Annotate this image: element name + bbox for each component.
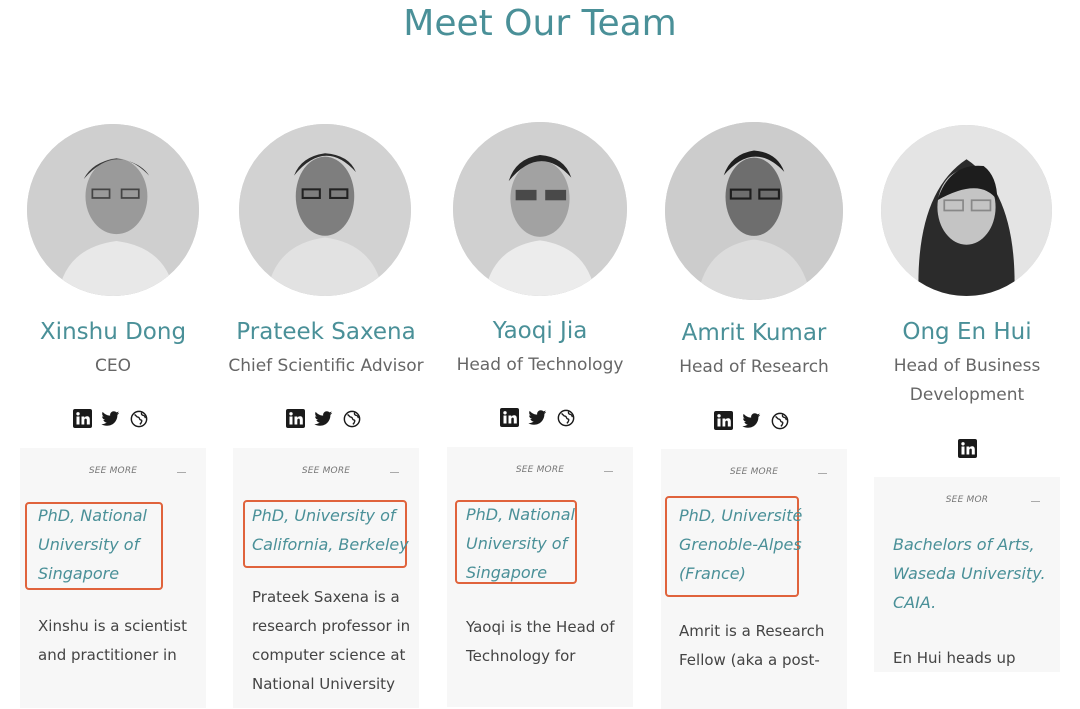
member-card: SEE MORE PhD, Université Grenoble-Alpes … — [661, 449, 847, 709]
member-role: Head of Technology — [456, 355, 624, 375]
bio-line: Xinshu is a scientist — [38, 617, 187, 635]
see-more-toggle[interactable]: SEE MOR — [874, 495, 1060, 505]
linkedin-icon[interactable] — [73, 409, 92, 428]
member-degree: PhD, National University of Singapore — [466, 500, 575, 587]
collapse-icon[interactable] — [390, 472, 399, 473]
avatar — [239, 124, 411, 296]
portrait-photo — [881, 125, 1052, 296]
see-more-toggle[interactable]: SEE MORE — [661, 467, 847, 477]
linkedin-icon[interactable] — [714, 411, 733, 430]
member-role: Head of Research — [679, 357, 829, 377]
member-role: Chief Scientific Advisor — [228, 356, 424, 376]
portrait-photo — [239, 124, 411, 296]
member-card: SEE MOR Bachelors of Arts, Waseda Univer… — [874, 477, 1060, 672]
member-bio: Prateek Saxena is a research professor i… — [252, 583, 419, 708]
collapse-icon[interactable] — [604, 471, 613, 472]
bio-line: National University — [252, 675, 395, 693]
twitter-icon[interactable] — [101, 409, 120, 428]
social-links — [73, 409, 148, 428]
degree-line: PhD, National — [38, 506, 147, 525]
avatar — [27, 124, 199, 296]
avatar — [453, 122, 627, 296]
member-role: Head of Business Development — [867, 352, 1067, 410]
degree-line: University of — [38, 535, 140, 554]
globe-icon[interactable] — [556, 408, 575, 427]
degree-line: Singapore — [38, 564, 120, 583]
bio-line: Yaoqi is the Head of — [466, 618, 615, 636]
see-more-toggle[interactable]: SEE MORE — [20, 466, 206, 476]
member-name: Yaoqi Jia — [492, 318, 588, 344]
member-name: Prateek Saxena — [236, 319, 416, 345]
member-bio: Amrit is a Research Fellow (aka a post- — [679, 617, 847, 675]
bio-line: Amrit is a Research — [679, 622, 825, 640]
see-more-toggle[interactable]: SEE MORE — [233, 466, 419, 476]
degree-line: University of — [466, 534, 568, 553]
portrait-photo — [453, 122, 627, 296]
twitter-icon[interactable] — [314, 409, 333, 428]
degree-line: Waseda University. — [893, 564, 1046, 583]
degree-line: CAIA. — [893, 593, 937, 612]
bio-line: En Hui heads up — [893, 649, 1016, 667]
page-title: Meet Our Team — [403, 3, 677, 44]
member-degree: PhD, Université Grenoble-Alpes (France) — [679, 501, 802, 588]
social-links — [958, 439, 977, 458]
member-name: Xinshu Dong — [39, 319, 187, 345]
member-degree: PhD, National University of Singapore — [38, 501, 147, 588]
degree-line: PhD, Université — [679, 506, 803, 525]
degree-line: PhD, University of — [252, 506, 396, 525]
collapse-icon[interactable] — [177, 472, 186, 473]
bio-line: research professor in — [252, 617, 411, 635]
member-card: SEE MORE PhD, University of California, … — [233, 448, 419, 708]
member-bio: Xinshu is a scientist and practitioner i… — [38, 612, 206, 670]
member-card: SEE MORE PhD, National University of Sin… — [447, 447, 633, 707]
portrait-photo — [665, 122, 843, 300]
member-bio: En Hui heads up — [893, 644, 1060, 673]
bio-line: Fellow (aka a post- — [679, 651, 820, 669]
member-name: Amrit Kumar — [681, 320, 827, 346]
linkedin-icon[interactable] — [286, 409, 305, 428]
member-card: SEE MORE PhD, National University of Sin… — [20, 448, 206, 708]
bio-line: and practitioner in — [38, 646, 177, 664]
member-degree: PhD, University of California, Berkeley — [252, 501, 409, 559]
social-links — [286, 409, 361, 428]
role-line: Head of Business — [893, 356, 1041, 376]
member-role: CEO — [95, 356, 131, 376]
degree-line: Bachelors of Arts, — [893, 535, 1035, 554]
avatar — [665, 122, 843, 300]
collapse-icon[interactable] — [1031, 501, 1040, 502]
social-links — [714, 411, 789, 430]
bio-line: computer science at — [252, 646, 406, 664]
member-name: Ong En Hui — [902, 319, 1032, 345]
degree-line: PhD, National — [466, 505, 575, 524]
degree-line: (France) — [679, 564, 746, 583]
globe-icon[interactable] — [129, 409, 148, 428]
social-links — [500, 408, 575, 427]
portrait-photo — [27, 124, 199, 296]
role-line: Development — [909, 385, 1025, 405]
avatar — [881, 125, 1052, 296]
degree-line: Singapore — [466, 563, 548, 582]
linkedin-icon[interactable] — [958, 439, 977, 458]
globe-icon[interactable] — [342, 409, 361, 428]
bio-line: Prateek Saxena is a — [252, 588, 400, 606]
bio-line: Technology for — [466, 647, 576, 665]
globe-icon[interactable] — [770, 411, 789, 430]
twitter-icon[interactable] — [742, 411, 761, 430]
linkedin-icon[interactable] — [500, 408, 519, 427]
member-bio: Yaoqi is the Head of Technology for — [466, 613, 633, 671]
collapse-icon[interactable] — [818, 473, 827, 474]
member-degree: Bachelors of Arts, Waseda University. CA… — [893, 530, 1046, 617]
degree-line: California, Berkeley — [252, 535, 409, 554]
degree-line: Grenoble-Alpes — [679, 535, 802, 554]
see-more-toggle[interactable]: SEE MORE — [447, 465, 633, 475]
twitter-icon[interactable] — [528, 408, 547, 427]
